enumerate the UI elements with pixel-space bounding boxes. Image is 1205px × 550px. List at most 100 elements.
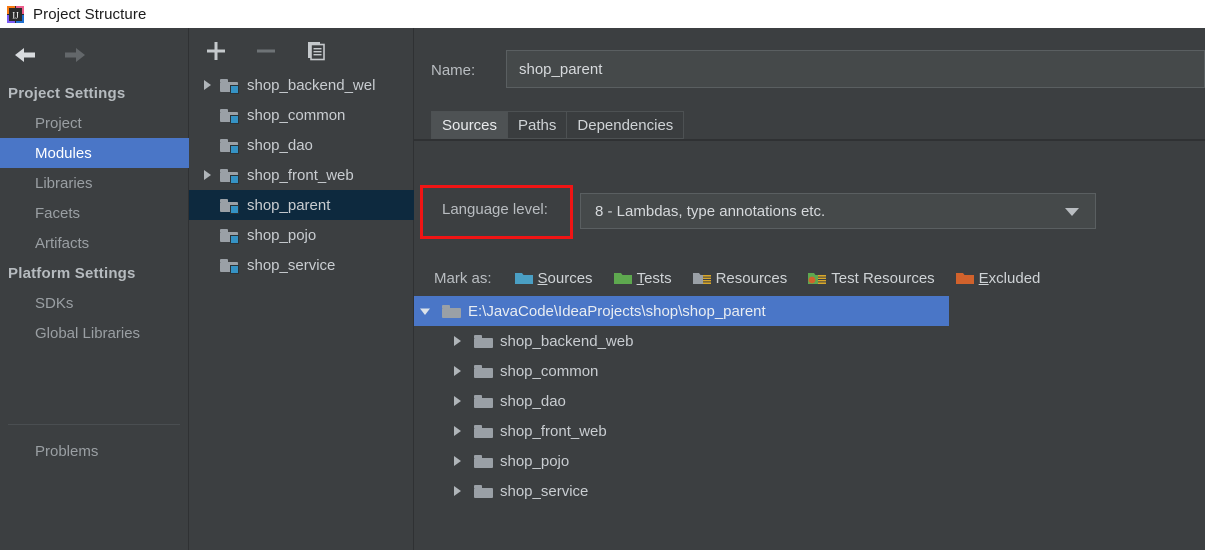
chevron-right-icon[interactable] xyxy=(446,454,472,468)
language-level-row: Language level: 8 - Lambdas, type annota… xyxy=(414,185,1205,239)
tab-dependencies[interactable]: Dependencies xyxy=(566,111,685,139)
mark-as-tests-button[interactable]: Tests xyxy=(613,270,672,287)
sidebar-item-sdks[interactable]: SDKs xyxy=(0,288,189,318)
content-child-label: shop_common xyxy=(500,362,599,380)
tab-label: Paths xyxy=(518,116,557,134)
module-row-shop-backend-web[interactable]: shop_backend_wel xyxy=(189,70,414,100)
module-label: shop_pojo xyxy=(247,226,317,244)
arrow-left-icon[interactable] xyxy=(10,43,40,67)
mark-as-excluded-button[interactable]: Excluded xyxy=(955,270,1040,287)
folder-resources-icon xyxy=(692,270,712,287)
chevron-right-icon[interactable] xyxy=(446,394,472,408)
content-child-label: shop_front_web xyxy=(500,422,607,440)
mark-as-resources-button[interactable]: Resources xyxy=(692,269,788,287)
folder-icon xyxy=(472,482,496,500)
mark-as-sources-label: Sources xyxy=(537,269,593,287)
language-level-highlight-box xyxy=(420,185,573,239)
sidebar-list: Project Settings Project Modules Librari… xyxy=(0,78,189,348)
copy-icon[interactable] xyxy=(303,38,329,64)
sidebar-item-label: Project xyxy=(35,114,82,132)
folder-icon xyxy=(472,422,496,440)
module-label: shop_backend_wel xyxy=(247,76,376,94)
sidebar-item-problems[interactable]: Problems xyxy=(0,436,189,466)
navigation-row xyxy=(0,38,189,72)
detail-tabs: Sources Paths Dependencies xyxy=(431,111,685,139)
sidebar-item-libraries[interactable]: Libraries xyxy=(0,168,189,198)
chevron-right-icon[interactable] xyxy=(446,424,472,438)
module-label: shop_common xyxy=(247,106,346,124)
chevron-right-icon[interactable] xyxy=(446,484,472,498)
sidebar-group-label: Platform Settings xyxy=(8,264,136,282)
arrow-right-icon[interactable] xyxy=(60,43,90,67)
module-row-shop-pojo[interactable]: shop_pojo xyxy=(189,220,414,250)
tabs-underline xyxy=(414,139,1205,141)
tab-paths[interactable]: Paths xyxy=(507,111,567,139)
module-label: shop_dao xyxy=(247,136,313,154)
mark-as-tests-label: Tests xyxy=(636,269,672,287)
module-folder-icon xyxy=(219,76,241,94)
content-child-row-shop-pojo[interactable]: shop_pojo xyxy=(414,446,949,476)
chevron-down-icon[interactable] xyxy=(1065,208,1079,216)
chevron-right-icon[interactable] xyxy=(446,364,472,378)
sidebar-divider xyxy=(8,424,180,425)
sidebar-item-global-libraries[interactable]: Global Libraries xyxy=(0,318,189,348)
content-child-row-shop-front-web[interactable]: shop_front_web xyxy=(414,416,949,446)
sidebar-item-modules[interactable]: Modules xyxy=(0,138,189,168)
chevron-down-icon[interactable] xyxy=(414,304,440,318)
module-folder-icon xyxy=(219,226,241,244)
module-detail-panel: Name: shop_parent Sources Paths Dependen… xyxy=(414,28,1205,550)
folder-icon xyxy=(472,392,496,410)
sidebar-item-label: Problems xyxy=(35,442,99,460)
language-level-select[interactable]: 8 - Lambdas, type annotations etc. xyxy=(580,193,1096,229)
module-label: shop_front_web xyxy=(247,166,354,184)
module-folder-icon xyxy=(219,106,241,124)
sidebar-group-platform-settings: Platform Settings xyxy=(0,258,189,288)
content-child-row-shop-service[interactable]: shop_service xyxy=(414,476,949,506)
content-child-label: shop_backend_web xyxy=(500,332,634,350)
window-title: Project Structure xyxy=(33,5,147,23)
sidebar-group-project-settings: Project Settings xyxy=(0,78,189,108)
chevron-right-icon[interactable] xyxy=(197,168,219,182)
mark-as-resources-label: Resources xyxy=(715,269,788,287)
sidebar-item-label: Artifacts xyxy=(35,234,90,252)
content-root-row[interactable]: E:\JavaCode\IdeaProjects\shop\shop_paren… xyxy=(414,296,949,326)
chevron-right-icon[interactable] xyxy=(197,78,219,92)
plus-icon[interactable] xyxy=(203,38,229,64)
name-label: Name: xyxy=(431,61,476,79)
content-child-label: shop_pojo xyxy=(500,452,570,470)
module-row-shop-service[interactable]: shop_service xyxy=(189,250,414,280)
sidebar-item-artifacts[interactable]: Artifacts xyxy=(0,228,189,258)
svg-text:IJ: IJ xyxy=(12,10,19,20)
tab-label: Dependencies xyxy=(577,116,674,134)
module-row-shop-common[interactable]: shop_common xyxy=(189,100,414,130)
module-label: shop_parent xyxy=(247,196,331,214)
content-root-tree: E:\JavaCode\IdeaProjects\shop\shop_paren… xyxy=(414,296,949,550)
mark-as-sources-button[interactable]: Sources xyxy=(514,270,593,287)
module-row-shop-dao[interactable]: shop_dao xyxy=(189,130,414,160)
sidebar-item-project[interactable]: Project xyxy=(0,108,189,138)
content-root-path: E:\JavaCode\IdeaProjects\shop\shop_paren… xyxy=(468,302,766,320)
content-child-row-shop-dao[interactable]: shop_dao xyxy=(414,386,949,416)
content-child-row-shop-backend-web[interactable]: shop_backend_web xyxy=(414,326,949,356)
sidebar-item-label: Global Libraries xyxy=(35,324,141,342)
content-child-row-shop-common[interactable]: shop_common xyxy=(414,356,949,386)
sidebar-item-facets[interactable]: Facets xyxy=(0,198,189,228)
module-folder-icon xyxy=(219,136,241,154)
folder-sources-icon xyxy=(514,270,534,287)
module-row-shop-parent[interactable]: shop_parent xyxy=(189,190,414,220)
tab-sources[interactable]: Sources xyxy=(431,111,508,139)
mark-as-test-resources-button[interactable]: Test Resources xyxy=(807,270,935,287)
module-row-shop-front-web[interactable]: shop_front_web xyxy=(189,160,414,190)
mark-as-row: Mark as: Sources Tests Resources Test Re… xyxy=(414,262,1205,294)
folder-icon xyxy=(472,362,496,380)
module-name-input[interactable]: shop_parent xyxy=(506,50,1205,88)
module-folder-icon xyxy=(219,196,241,214)
modules-panel: shop_backend_wel shop_common shop_dao sh… xyxy=(189,28,414,550)
minus-icon[interactable] xyxy=(253,38,279,64)
folder-test-resources-icon xyxy=(807,270,827,287)
chevron-right-icon[interactable] xyxy=(446,334,472,348)
